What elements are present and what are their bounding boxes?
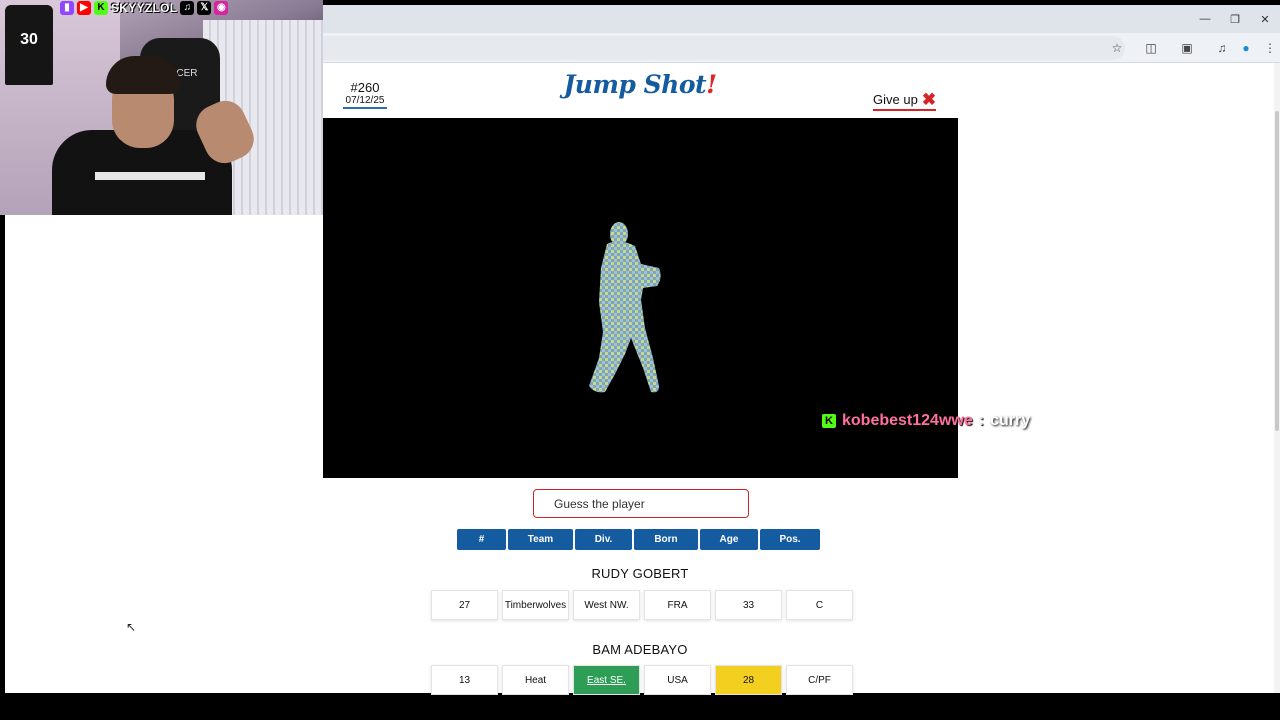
close-window-icon[interactable]: ✕	[1250, 5, 1280, 33]
page-scrollbar[interactable]	[1274, 63, 1280, 693]
extensions-icon[interactable]: ◫	[1143, 40, 1159, 56]
guess-cell: FRA	[644, 590, 711, 620]
guess-cell: 33	[715, 590, 782, 620]
chat-username: kobebest124wwe	[842, 412, 973, 429]
stream-social-bar: ▮ ▶ K SKYYZLOL ♫ 𝕏 ◉	[60, 0, 229, 16]
guess-cell: C/PF	[786, 665, 853, 695]
attribute-headers: # Team Div. Born Age Pos.	[457, 529, 820, 550]
channel-name: SKYYZLOL	[111, 1, 178, 15]
youtube-icon: ▶	[77, 1, 91, 15]
guess-cell: C	[786, 590, 853, 620]
media-control-icon[interactable]: ♫	[1214, 40, 1230, 56]
header-tab[interactable]: Div.	[575, 529, 632, 550]
chat-message: curry	[990, 412, 1031, 429]
guess-cell: Heat	[502, 665, 569, 695]
give-up-label: Give up	[873, 92, 918, 107]
header-tab[interactable]: Born	[634, 529, 698, 550]
header-tab[interactable]: #	[457, 529, 506, 550]
player-silhouette	[589, 222, 661, 393]
instagram-icon: ◉	[214, 1, 229, 15]
webcam-overlay: 30 RACER	[0, 0, 323, 215]
puzzle-date[interactable]: 07/12/25	[343, 95, 387, 109]
restore-icon[interactable]: ❐	[1220, 5, 1250, 33]
give-up-button[interactable]: Give up ✖	[873, 89, 937, 111]
chat-separator: :	[978, 412, 985, 429]
header-tab[interactable]: Age	[700, 529, 758, 550]
header-tab[interactable]: Pos.	[760, 529, 820, 550]
tab-search-icon[interactable]: ▣	[1179, 40, 1195, 56]
guess-cell: USA	[644, 665, 711, 695]
jersey-number: 30	[20, 31, 38, 48]
stream-canvas: — ❐ ✕ ☆ ◫ ▣ ♫ ● ⋮ #260 07/12/25 Jump Sho…	[0, 0, 1280, 720]
guess-cell: 28	[715, 665, 782, 695]
wall-jersey: 30	[5, 5, 53, 85]
guess-player-input[interactable]	[533, 489, 749, 518]
kick-icon: K	[822, 414, 836, 428]
game-title: Jump Shot!	[540, 70, 740, 99]
guess-cell: West NW.	[573, 590, 640, 620]
profile-icon[interactable]: ●	[1238, 40, 1254, 56]
streamer-hair	[106, 56, 180, 94]
header-tab[interactable]: Team	[508, 529, 573, 550]
guess-row: 13 Heat East SE. USA 28 C/PF	[431, 665, 853, 695]
title-text: Jump Shot	[563, 70, 707, 99]
guess-cell: East SE.	[573, 665, 640, 695]
guess-row: 27 Timberwolves West NW. FRA 33 C	[431, 590, 853, 620]
guess-cell: 13	[431, 665, 498, 695]
title-bang: !	[706, 70, 717, 99]
twitch-icon: ▮	[60, 1, 74, 15]
close-x-icon: ✖	[921, 89, 937, 109]
bookmark-star-icon[interactable]: ☆	[1109, 40, 1125, 56]
puzzle-number: #260	[350, 80, 380, 95]
tiktok-icon: ♫	[180, 1, 195, 15]
minimize-icon[interactable]: —	[1190, 5, 1220, 33]
kick-icon: K	[94, 1, 108, 15]
window-controls: — ❐ ✕	[1190, 5, 1280, 33]
x-twitter-icon: 𝕏	[197, 1, 212, 15]
puzzle-info: #260 07/12/25	[343, 80, 387, 109]
menu-kebab-icon[interactable]: ⋮	[1262, 40, 1278, 56]
guess-cell: 27	[431, 590, 498, 620]
guess-cell: Timberwolves	[502, 590, 569, 620]
scrollbar-thumb[interactable]	[1275, 111, 1279, 431]
mouse-cursor-icon: ↖	[126, 620, 137, 634]
chat-overlay-message: K kobebest124wwe : curry	[822, 410, 1030, 432]
guess-player-name: RUDY GOBERT	[591, 566, 689, 581]
guess-player-name: BAM ADEBAYO	[592, 642, 688, 657]
shirt-stripe	[95, 172, 205, 180]
